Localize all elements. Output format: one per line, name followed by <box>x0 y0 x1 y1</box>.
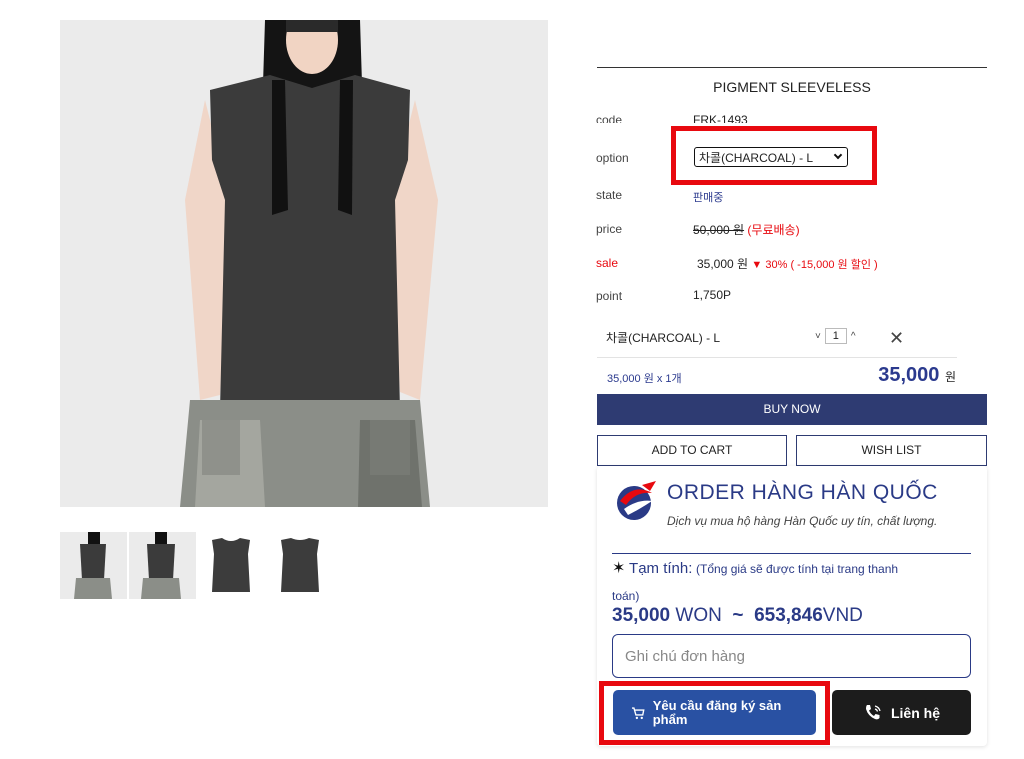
subtotal-detail: 35,000 원 x 1개 <box>607 373 682 385</box>
tilde-sign: ~ <box>732 605 744 626</box>
point-label: point <box>596 289 623 303</box>
price-label: price <box>596 222 623 236</box>
selected-option-row: 차콜(CHARCOAL) - L ˅ 1 ^ ✕ <box>597 320 957 358</box>
widget-subtitle: Dịch vụ mua hộ hàng Hàn Quốc uy tín, chấ… <box>667 514 938 528</box>
widget-divider <box>612 553 971 554</box>
code-label: code <box>596 113 623 123</box>
order-note-input[interactable]: Ghi chú đơn hàng <box>612 634 971 678</box>
wish-list-button[interactable]: WISH LIST <box>796 435 987 466</box>
cart-icon <box>631 706 645 719</box>
free-shipping-note: (무료배송) <box>747 223 800 237</box>
remove-option-icon[interactable]: ✕ <box>889 328 904 348</box>
converted-price: 35,000 WON ~ 653,846VND <box>612 605 863 627</box>
code-value: FRK-1493 <box>693 113 748 123</box>
thumbnail-2[interactable] <box>129 532 196 599</box>
request-label: Yêu cầu đăng ký sản phẩm <box>652 697 782 727</box>
qty-increase-icon[interactable]: ^ <box>851 331 856 342</box>
request-product-button[interactable]: Yêu cầu đăng ký sản phẩm <box>613 690 816 735</box>
add-to-cart-button[interactable]: ADD TO CART <box>597 435 787 466</box>
phone-icon <box>865 704 881 719</box>
thumbnail-strip <box>60 532 334 599</box>
sale-label: sale <box>596 256 619 270</box>
divider <box>597 67 987 68</box>
contact-button[interactable]: Liên hệ <box>832 690 971 735</box>
option-selected-value: 차콜(CHARCOAL) - L <box>699 150 814 165</box>
total-price: 35,000 원 <box>820 364 956 387</box>
model-photo <box>60 20 548 507</box>
chevron-down-icon <box>833 150 843 160</box>
thumbnail-1[interactable] <box>60 532 127 599</box>
won-label: WON <box>675 605 722 626</box>
original-price: 50,000 원 <box>693 223 745 237</box>
selected-option-name: 차콜(CHARCOAL) - L <box>606 331 721 345</box>
estimate-label: Tạm tính: <box>629 560 693 577</box>
thumbnail-4[interactable] <box>267 532 334 599</box>
estimate-row: ✶ Tạm tính: (Tổng giá sẽ được tính tại t… <box>612 559 972 579</box>
qty-input[interactable]: 1 <box>824 328 847 344</box>
star-icon: ✶ <box>612 560 626 577</box>
buy-now-button[interactable]: BUY NOW <box>597 394 987 425</box>
sale-price: 35,000 원 <box>697 257 749 271</box>
contact-label: Liên hệ <box>890 704 940 721</box>
product-title: PIGMENT SLEEVELESS <box>713 79 871 95</box>
point-value: 1,750P <box>693 288 732 302</box>
option-select[interactable]: 차콜(CHARCOAL) - L <box>694 147 848 167</box>
price-won: 35,000 <box>612 605 671 626</box>
total-unit: 원 <box>944 370 956 384</box>
qty-decrease-icon[interactable]: ˅ <box>815 331 821 342</box>
price-vnd: 653,846 <box>754 605 823 626</box>
vnd-label: VND <box>822 605 863 626</box>
brand-logo-icon <box>612 479 660 527</box>
quantity-stepper: ˅ 1 ^ <box>815 328 856 344</box>
estimate-note: (Tổng giá sẽ được tính tại trang thanh <box>696 562 899 576</box>
thumbnail-3[interactable] <box>198 532 265 599</box>
estimate-note-end: toán) <box>612 589 640 603</box>
widget-title: ORDER HÀNG HÀN QUỐC <box>667 481 938 504</box>
state-label: state <box>596 188 623 202</box>
state-value: 판매중 <box>693 192 724 204</box>
discount-text: ▼ 30% ( -15,000 원 할인 ) <box>751 259 878 271</box>
option-label: option <box>596 151 629 165</box>
main-product-image <box>60 20 548 507</box>
total-amount: 35,000 <box>878 364 940 386</box>
